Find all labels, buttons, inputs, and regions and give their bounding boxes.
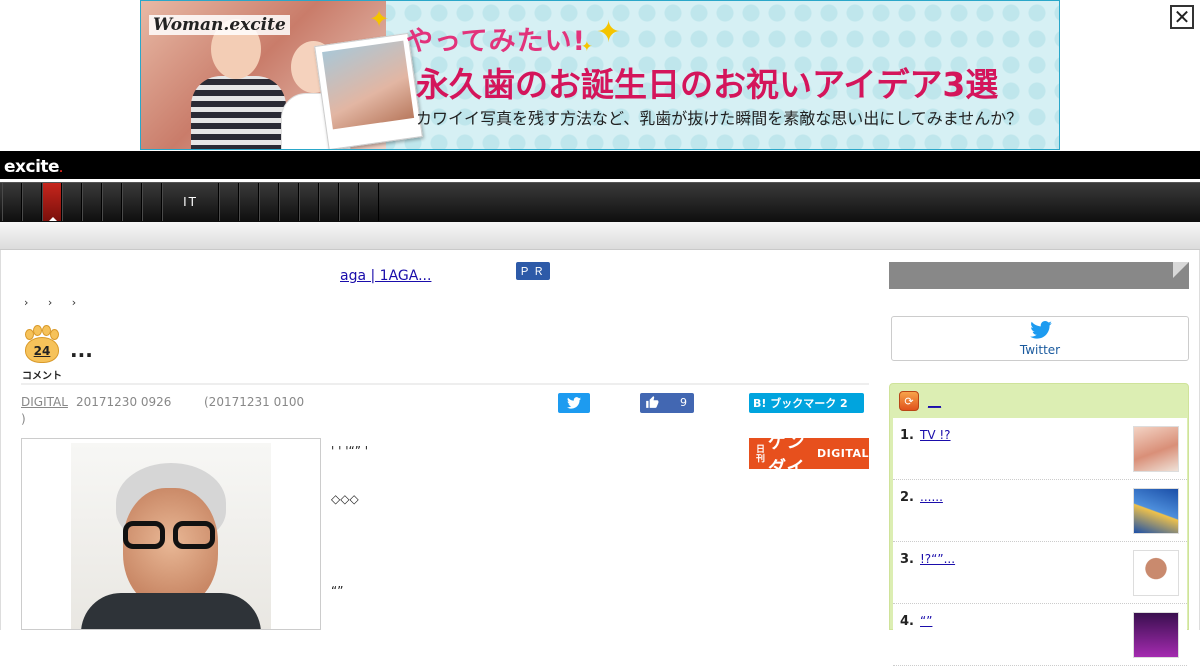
ranking-number: 4. [900,614,914,629]
article-title: ... [70,338,93,362]
nav-item[interactable] [279,183,299,221]
twitter-label: Twitter [1019,343,1061,357]
update-date: (20171231 0100 [204,395,305,409]
nav-item[interactable] [239,183,259,221]
twitter-share-button[interactable] [558,393,590,413]
ranking-thumbnail[interactable] [1133,612,1179,658]
hatena-bookmark-button[interactable]: B! ブックマーク 2 [749,393,864,413]
ranking-header: ⟳ __ [890,384,1188,418]
ranking-number: 2. [900,490,914,505]
facebook-like-button[interactable]: 9 [640,393,694,413]
twitter-icon [567,397,581,409]
comment-label: コメント [22,371,62,382]
sidebar-ad-bar[interactable] [889,262,1189,289]
excite-logo[interactable]: excite. [4,157,63,177]
banner-headline: 永久歯のお誕生日のお祝いアイデア3選 [416,65,999,104]
nav-item[interactable]: IT [162,183,219,221]
nav-item[interactable] [299,183,319,221]
promo-link[interactable]: aga | 1AGA... [340,268,431,284]
close-icon: ✕ [1173,5,1191,29]
twitter-follow-button[interactable]: Twitter [891,316,1189,361]
close-ad-button[interactable]: ✕ [1170,5,1194,29]
thumbs-up-icon [646,396,659,408]
ranking-link[interactable]: “” [920,614,932,628]
ranking-item[interactable]: 1. TV !? [893,418,1187,480]
ranking-link[interactable]: TV !? [920,428,951,442]
divider [21,383,869,385]
article-paragraph: “” [331,584,344,598]
comment-count-button[interactable]: 24 コメント [21,324,63,382]
ranking-icon: ⟳ [899,391,919,411]
twitter-icon [1030,321,1052,339]
ranking-link[interactable]: ...... [920,490,943,504]
nav-item[interactable] [82,183,102,221]
nav-item[interactable] [122,183,142,221]
source-link[interactable]: DIGITAL [21,395,68,409]
ranking-panel: ⟳ __ 1. TV !? 2. ...... 3. !?“”... 4. “” [889,383,1189,666]
nav-item[interactable] [319,183,339,221]
ranking-thumbnail[interactable] [1133,426,1179,472]
article-paragraph: ' ' '“” ' [331,444,369,458]
post-date: 20171230 0926 [76,395,172,409]
nav-item[interactable] [359,183,379,221]
ranking-item[interactable]: 3. !?“”... [893,542,1187,604]
sparkle-icon: ✦ [369,5,390,33]
ranking-thumbnail[interactable] [1133,488,1179,534]
breadcrumb[interactable]: › › › [24,296,84,309]
nav-item[interactable] [62,183,82,221]
comment-count: 24 [33,344,51,358]
ranking-title-link[interactable]: __ [928,394,941,409]
site-header-bar: excite. [0,151,1200,179]
banner-subtext: カワイイ写真を残す方法など、乳歯が抜けた瞬間を素敵な思い出にしてみませんか？ [416,109,1023,128]
nav-item[interactable] [2,183,22,221]
ranking-link[interactable]: !?“”... [920,552,955,566]
nav-item[interactable] [22,183,42,221]
sub-nav [0,222,1200,250]
article-photo [21,438,321,630]
nav-item[interactable] [219,183,239,221]
ranking-number: 1. [900,428,914,443]
ranking-number: 3. [900,552,914,567]
nav-item[interactable] [339,183,359,221]
ad-banner-area: Woman.excite ✦ ✦ ✦ やってみたい! 永久歯のお誕生日のお祝いア… [0,0,1200,151]
update-date-close: ) [21,412,26,426]
banner-brand-logo: Woman.excite [149,15,290,35]
page-curl [1173,262,1189,278]
nav-item[interactable] [142,183,162,221]
ranking-list: 1. TV !? 2. ...... 3. !?“”... 4. “” [893,418,1187,666]
banner-headline-small: やってみたい! [406,26,586,57]
ranking-thumbnail[interactable] [1133,550,1179,596]
ranking-item[interactable]: 4. “” [893,604,1187,666]
sparkle-icon: ✦ [596,15,622,50]
nav-item[interactable] [42,183,62,221]
ranking-item[interactable]: 2. ...... [893,480,1187,542]
like-count: 9 [680,396,687,409]
nav-item[interactable] [102,183,122,221]
category-nav: IT [0,182,1200,222]
article-paragraph: ◇◇◇ [331,492,359,506]
publisher-logo[interactable]: 日刊 ゲンダイ DIGITAL [749,432,869,479]
pr-badge: ＰＲ [516,262,550,280]
ad-banner[interactable]: Woman.excite ✦ ✦ ✦ やってみたい! 永久歯のお誕生日のお祝いア… [140,0,1060,150]
nav-item[interactable] [259,183,279,221]
